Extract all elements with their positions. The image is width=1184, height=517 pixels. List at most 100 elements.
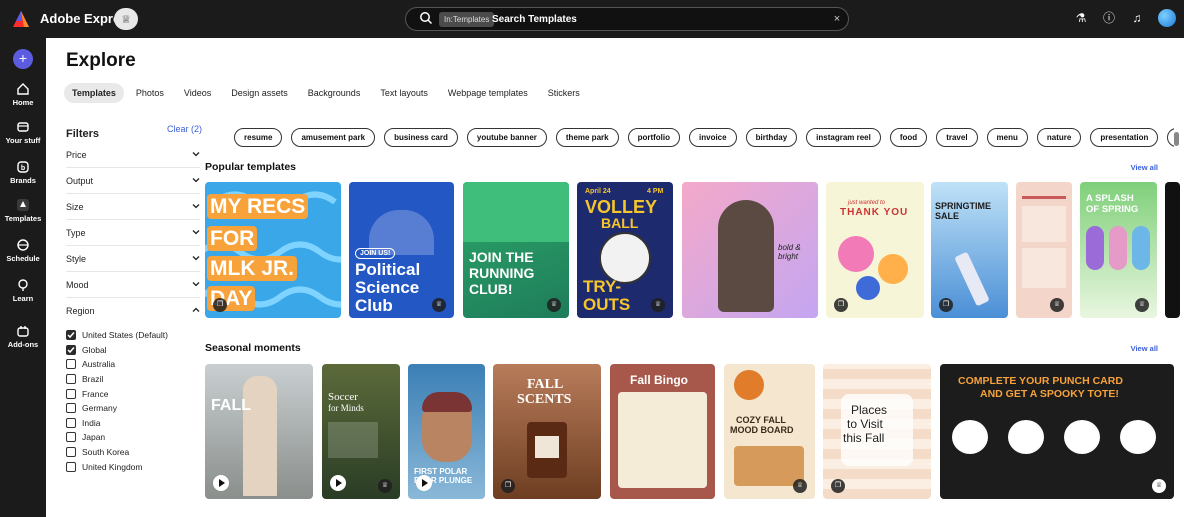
checkbox[interactable] <box>66 461 76 472</box>
sidebar-item-learn[interactable]: Learn <box>0 278 46 303</box>
chip-portfolio[interactable]: portfolio <box>627 128 681 147</box>
region-option-south-korea[interactable]: South Korea <box>66 445 200 460</box>
chip-nature[interactable]: nature <box>1036 128 1082 147</box>
filter-mood[interactable]: Mood <box>66 272 200 298</box>
filter-type[interactable]: Type <box>66 220 200 246</box>
popular-view-all-link[interactable]: View all <box>1131 163 1158 172</box>
seasonal-view-all-link[interactable]: View all <box>1131 344 1158 353</box>
sidebar-item-your-stuff[interactable]: Your stuff <box>0 120 46 145</box>
chip-amusement-park[interactable]: amusement park <box>291 128 376 147</box>
chips-scrollbar[interactable] <box>1174 124 1180 148</box>
card-text-block <box>1022 206 1066 242</box>
sidebar-item-add-ons[interactable]: Add-ons <box>0 324 46 349</box>
chip-food[interactable]: food <box>889 128 928 147</box>
template-card-polar-plunge-video[interactable]: FIRST POLAR BEAR PLUNGE <box>408 364 485 499</box>
search-bar[interactable]: In:Templates × <box>405 7 849 31</box>
filter-price[interactable]: Price <box>66 142 200 168</box>
chip-invoice[interactable]: invoice <box>689 128 737 147</box>
checkbox-checked[interactable] <box>66 344 76 355</box>
sidebar-item-home[interactable]: Home <box>0 82 46 107</box>
region-option-australia[interactable]: Australia <box>66 357 200 372</box>
template-card-document[interactable]: ♕ <box>1016 182 1072 318</box>
sidebar-item-schedule[interactable]: Schedule <box>0 238 46 263</box>
filter-region[interactable]: Region <box>66 298 200 324</box>
avatar[interactable] <box>1158 9 1176 27</box>
notification-bell-icon[interactable]: ♫ <box>1130 9 1144 27</box>
checkbox[interactable] <box>66 388 76 399</box>
checkbox[interactable] <box>66 403 76 414</box>
region-option-germany[interactable]: Germany <box>66 401 200 416</box>
chip-travel[interactable]: travel <box>936 128 978 147</box>
tab-design-assets[interactable]: Design assets <box>223 83 296 103</box>
chip-presentation[interactable]: presentation <box>1090 128 1159 147</box>
region-option-france[interactable]: France <box>66 386 200 401</box>
chip-instagram-reel[interactable]: instagram reel <box>806 128 881 147</box>
region-option-brazil[interactable]: Brazil <box>66 372 200 387</box>
clear-search-icon[interactable]: × <box>830 12 844 26</box>
template-card-cozy-fall[interactable]: COZY FALL MOOD BOARD ♕ <box>724 364 815 499</box>
template-card-running-club[interactable]: JOIN THE RUNNING CLUB! ♕ <box>463 182 569 318</box>
region-label: Japan <box>82 432 106 443</box>
template-card-fall-video[interactable]: FALL <box>205 364 313 499</box>
region-option-japan[interactable]: Japan <box>66 430 200 445</box>
card-pumpkin-image <box>1120 420 1156 454</box>
checkbox-checked[interactable] <box>66 330 76 341</box>
tab-stickers[interactable]: Stickers <box>540 83 588 103</box>
sidebar-item-templates[interactable]: Templates <box>0 198 46 223</box>
template-card-soccer-video[interactable]: Soccer for Minds ♕ <box>322 364 400 499</box>
chip-music[interactable]: music <box>1167 128 1174 147</box>
tab-text-layouts[interactable]: Text layouts <box>372 83 436 103</box>
template-card-bold-bright[interactable]: bold & bright <box>682 182 818 318</box>
template-card-punch-card[interactable]: COMPLETE YOUR PUNCH CARD AND GET A SPOOK… <box>940 364 1174 499</box>
chip-theme-park[interactable]: theme park <box>555 128 619 147</box>
template-card-fall-bingo[interactable]: Fall Bingo <box>610 364 715 499</box>
tab-webpage-templates[interactable]: Webpage templates <box>440 83 536 103</box>
checkbox[interactable] <box>66 447 76 458</box>
card-text: FALL <box>527 377 564 392</box>
sidebar-item-brands[interactable]: b Brands <box>0 160 46 185</box>
chevron-up-icon <box>192 307 200 312</box>
premium-crown-icon[interactable]: ♕ <box>114 8 138 30</box>
chip-youtube-banner[interactable]: youtube banner <box>466 128 547 147</box>
clear-filters-link[interactable]: Clear (2) <box>167 124 202 134</box>
tab-videos[interactable]: Videos <box>176 83 219 103</box>
filter-style[interactable]: Style <box>66 246 200 272</box>
template-card-splash-of-spring[interactable]: A SPLASH OF SPRING ♕ <box>1080 182 1157 318</box>
main-content: Explore Templates Photos Videos Design a… <box>46 38 1184 517</box>
help-icon[interactable]: ⓘ <box>1102 9 1116 27</box>
scrollbar-thumb[interactable] <box>1174 132 1179 146</box>
template-card-thank-you[interactable]: just wanted to THANK YOU ❐ <box>826 182 924 318</box>
search-scope-chip[interactable]: In:Templates <box>439 12 495 27</box>
checkbox[interactable] <box>66 374 76 385</box>
chip-resume[interactable]: resume <box>234 128 283 147</box>
adobe-express-logo[interactable] <box>12 10 30 28</box>
tab-templates[interactable]: Templates <box>64 83 124 103</box>
filter-output[interactable]: Output <box>66 168 200 194</box>
sidebar-item-label: Brands <box>10 176 36 185</box>
chip-menu[interactable]: menu <box>986 128 1028 147</box>
template-card-partial[interactable] <box>1165 182 1180 318</box>
template-card-springtime-sale[interactable]: SPRINGTIME SALE ❐ <box>931 182 1008 318</box>
template-card-mlk[interactable]: MY RECS FOR MLK JR. DAY ❐ <box>205 182 341 318</box>
chip-birthday[interactable]: birthday <box>745 128 798 147</box>
region-option-global[interactable]: Global <box>66 343 200 358</box>
template-card-fall-scents[interactable]: FALL SCENTS ❐ <box>493 364 601 499</box>
card-text: MOOD BOARD <box>730 425 794 435</box>
region-label: United States (Default) <box>82 330 168 341</box>
checkbox[interactable] <box>66 417 76 428</box>
checkbox[interactable] <box>66 359 76 370</box>
tab-backgrounds[interactable]: Backgrounds <box>300 83 369 103</box>
template-card-places-to-visit[interactable]: Places to Visit this Fall ❐ <box>823 364 931 499</box>
region-option-united-states[interactable]: United States (Default) <box>66 328 200 343</box>
region-option-india[interactable]: India <box>66 416 200 431</box>
create-new-button[interactable]: + <box>13 49 33 69</box>
checkbox[interactable] <box>66 432 76 443</box>
tab-photos[interactable]: Photos <box>128 83 172 103</box>
filter-size[interactable]: Size <box>66 194 200 220</box>
search-input[interactable] <box>492 11 812 27</box>
template-card-political-science[interactable]: JOIN US! Political Science Club ♕ <box>349 182 454 318</box>
template-card-volleyball[interactable]: April 24 4 PM VOLLEY BALL TRY- OUTS ♕ <box>577 182 673 318</box>
lab-flask-icon[interactable]: ⚗ <box>1074 9 1088 27</box>
chip-business-card[interactable]: business card <box>384 128 458 147</box>
region-option-united-kingdom[interactable]: United Kingdom <box>66 459 200 474</box>
